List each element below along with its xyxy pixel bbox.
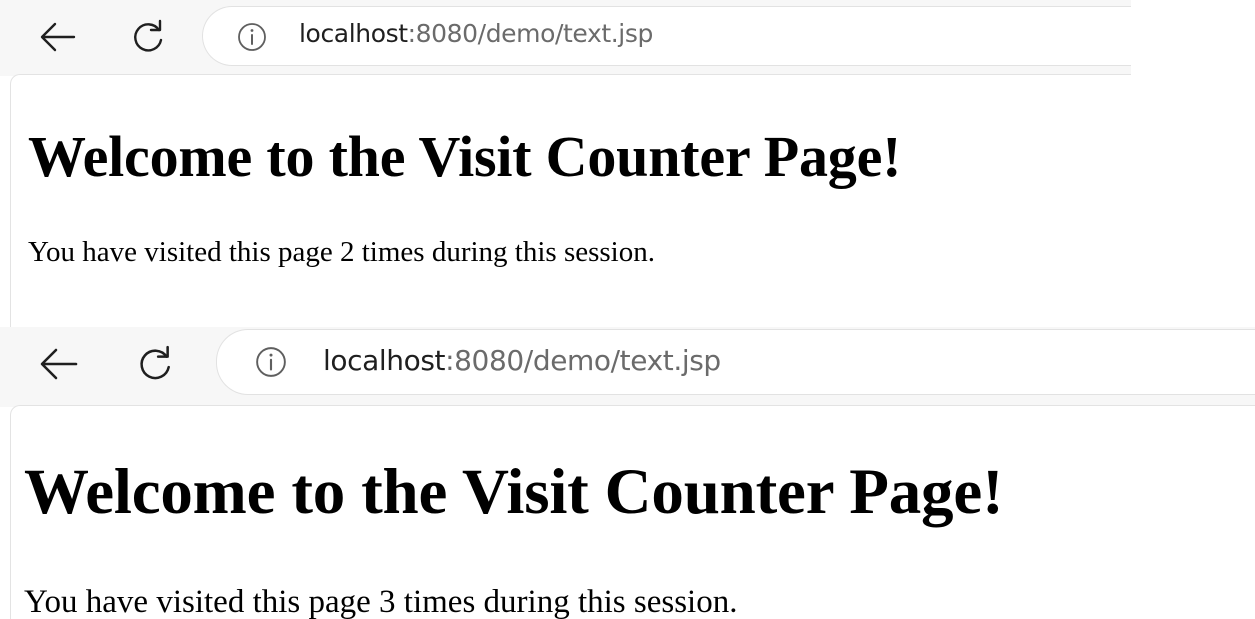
page-viewport <box>10 74 1131 327</box>
address-bar[interactable]: localhost:8080/demo/text.jsp <box>202 6 1131 66</box>
reload-button[interactable] <box>135 344 175 384</box>
url-host: localhost <box>299 19 408 48</box>
back-button[interactable] <box>38 19 78 55</box>
site-info-button[interactable] <box>237 22 267 57</box>
info-icon <box>238 23 266 51</box>
address-bar[interactable]: localhost:8080/demo/text.jsp <box>216 329 1255 395</box>
site-info-button[interactable] <box>255 346 287 383</box>
visit-count-message: You have visited this page 3 times durin… <box>24 584 738 619</box>
url-host: localhost <box>323 344 446 377</box>
info-icon <box>256 347 286 377</box>
reload-icon <box>134 19 163 52</box>
url-path: :8080/demo/text.jsp <box>407 19 654 48</box>
url-text[interactable]: localhost:8080/demo/text.jsp <box>299 19 653 48</box>
reload-icon <box>140 345 170 380</box>
reload-button[interactable] <box>129 18 167 56</box>
page-title: Welcome to the Visit Counter Page! <box>28 124 902 189</box>
page-title: Welcome to the Visit Counter Page! <box>24 456 1004 528</box>
browser-window-second-visit: localhost:8080/demo/text.jsp Welcome to … <box>0 327 1255 619</box>
back-arrow-icon <box>40 348 78 380</box>
visit-count-message: You have visited this page 2 times durin… <box>28 236 655 268</box>
back-arrow-icon <box>40 22 76 52</box>
browser-toolbar: localhost:8080/demo/text.jsp <box>0 327 1255 407</box>
browser-window-first-visit: localhost:8080/demo/text.jsp Welcome to … <box>0 0 1131 327</box>
browser-toolbar: localhost:8080/demo/text.jsp <box>0 0 1131 76</box>
back-button[interactable] <box>38 345 80 383</box>
url-text[interactable]: localhost:8080/demo/text.jsp <box>323 344 721 377</box>
url-path: :8080/demo/text.jsp <box>445 344 721 377</box>
